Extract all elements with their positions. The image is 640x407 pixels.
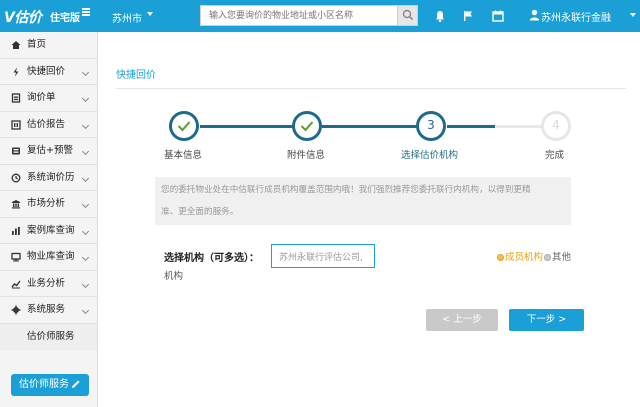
sidebar-item-label: 系统询价历 [27,171,75,183]
chart-icon [12,226,20,235]
step-2-circle [292,111,322,141]
notice-text-line1: 您的委托物业处在中估联行成员机构覆盖范围内哦！我们强烈推荐您委托联行内机构，以得… [161,185,531,195]
sidebar-item-label: 市场分析 [27,198,66,209]
chevron-down-icon [81,200,90,209]
analysis-icon [11,280,21,288]
sidebar-item-label: 复估+预警 [27,145,73,156]
sidebar-item-system-service[interactable]: 系统服务 [0,297,97,324]
sidebar-item-reassess[interactable]: 复估+预警 [0,138,97,165]
sidebar-item-property-library[interactable]: 物业库查询 [0,244,97,271]
pencil-icon [72,380,80,388]
check-icon [177,121,191,132]
sidebar-item-market[interactable]: 市场分析 [0,191,97,218]
sidebar-item-quick-price[interactable]: 快捷回价 [0,59,97,85]
edition-label: 住宅版 [50,13,80,24]
report-icon [11,119,21,130]
search-box [200,5,418,26]
step-4-circle: 4 [541,111,571,141]
chevron-down-icon [81,280,90,288]
search-button[interactable] [397,6,417,25]
chevron-down-icon [81,306,90,315]
chevron-down-icon [81,68,90,76]
agency-input[interactable] [272,245,374,267]
agency-field-label: 选择机构（可多选）： [164,253,259,264]
step-connector [495,125,542,128]
top-bar: V估价 住宅版 苏州市 苏州永联行金融 [0,0,640,32]
sidebar: 首页 快捷回价 询价单 估价报告 复估+预警 系统询价历 市场分析 案例库查询 … [0,32,98,407]
step-3-circle: 3 [416,111,446,141]
divider [116,88,626,89]
logo[interactable]: V估价 [4,7,42,27]
notice-text-line2: 准、更全面的服务。 [161,207,239,217]
breadcrumb[interactable]: 快捷回价 [116,66,156,81]
check-icon [300,121,314,132]
appraiser-service-button[interactable]: 估价师服务 [11,374,89,396]
member-dot-icon [497,254,504,261]
doc-icon [11,93,21,103]
sidebar-item-label: 系统服务 [27,304,66,315]
market-icon [12,200,20,209]
chevron-down-icon [81,121,90,129]
flag-icon[interactable] [461,9,475,23]
step-number: 4 [552,118,560,132]
notice-box: 您的委托物业处在中估联行成员机构覆盖范围内哦！我们强烈推荐您委托联行内机构，以得… [155,177,571,225]
agency-select [271,244,375,268]
bolt-icon [13,67,19,76]
search-icon [402,9,414,21]
sidebar-item-business-analysis[interactable]: 业务分析 [0,271,97,297]
agency-field-label-cont: 机构 [164,271,184,282]
sidebar-item-inquiry[interactable]: 询价单 [0,85,97,112]
step-connector [200,125,292,128]
sidebar-item-label: 询价单 [27,92,56,103]
chevron-down-icon[interactable] [630,13,636,17]
search-input[interactable] [201,6,397,25]
alert-icon [12,147,20,155]
step-connector [322,125,417,128]
chevron-down-icon [81,147,90,156]
user-name[interactable]: 苏州永联行金融 [541,9,611,24]
next-step-button[interactable]: 下一步 > [509,309,584,331]
chevron-down-icon [81,253,90,262]
sidebar-item-label: 估价报告 [27,118,66,130]
step-label-attachments: 附件信息 [287,150,326,161]
step-label-choose-agency: 选择估价机构 [401,150,459,161]
chevron-down-icon[interactable] [147,12,153,16]
sidebar-item-home[interactable]: 首页 [0,32,97,59]
sidebar-subitem-appraiser-service[interactable]: 估价师服务 [0,323,97,350]
sidebar-item-history[interactable]: 系统询价历 [0,165,97,191]
gear-icon [11,305,21,315]
sidebar-item-label: 快捷回价 [27,65,66,77]
city-selector[interactable]: 苏州市 [112,10,142,25]
sidebar-item-label: 业务分析 [27,277,66,289]
step-label-basic-info: 基本信息 [164,150,203,161]
other-dot-icon [544,254,552,261]
step-connector [447,125,495,128]
sidebar-item-case-library[interactable]: 案例库查询 [0,218,97,244]
chevron-down-icon [81,227,90,235]
chevron-down-icon [81,94,90,103]
menu-icon[interactable] [82,8,90,16]
chevron-down-icon [81,174,90,182]
step-1-circle [169,111,199,141]
home-icon [11,41,21,49]
step-label-finish: 完成 [545,150,565,161]
sidebar-item-label: 首页 [27,39,47,50]
legend-member: 成员机构 [505,252,544,263]
legend-other: 其他 [552,252,572,263]
clock-icon [11,173,21,182]
sidebar-item-label: 物业库查询 [27,251,75,262]
step-number: 3 [427,118,435,132]
prev-step-button[interactable]: < 上一步 [426,309,498,331]
sidebar-item-report[interactable]: 估价报告 [0,112,97,138]
sidebar-item-label: 案例库查询 [27,224,75,236]
agency-legend: 成员机构 其他 [497,249,571,263]
calendar-icon[interactable] [491,9,505,23]
bell-icon[interactable] [433,9,447,23]
building-icon [11,252,21,262]
user-icon [529,9,540,21]
